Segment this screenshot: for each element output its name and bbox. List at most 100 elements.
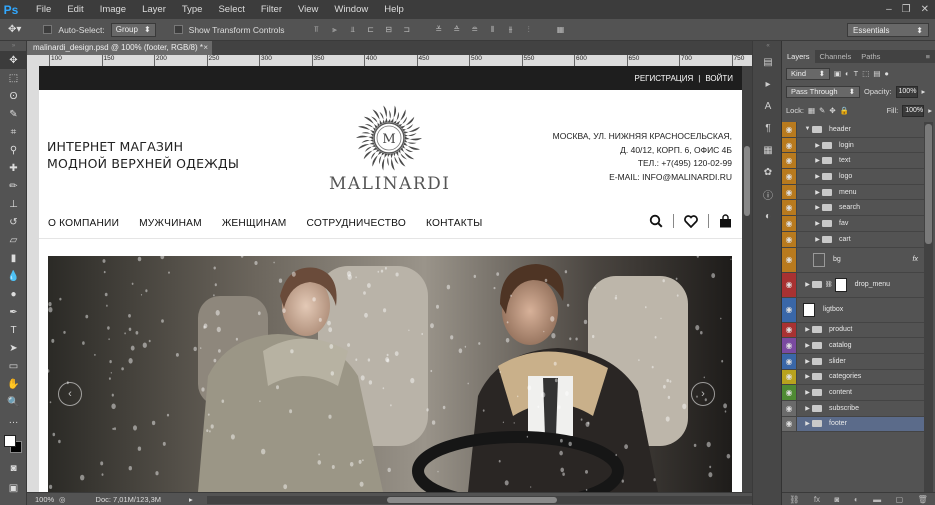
screen-mode-icon[interactable]: ▣ [0,479,27,497]
trash-icon[interactable]: 🗑 [918,495,928,504]
tab-layers[interactable]: Layers [782,50,815,63]
menu-file[interactable]: File [28,0,59,19]
canvas-vertical-scrollbar[interactable] [742,66,752,492]
layer-row-bg[interactable]: ◉ bg fx [782,247,924,273]
layer-effects-icon[interactable]: fx [913,256,918,263]
vertical-scroll-thumb[interactable] [744,146,750,216]
visibility-eye-icon[interactable]: ◉ [782,400,797,416]
visibility-eye-icon[interactable]: ◉ [782,137,797,153]
type-tool-icon[interactable]: T [0,321,27,339]
filter-type-icon[interactable]: T [854,69,859,78]
collapsed-arrow-icon[interactable]: ▶ [803,342,812,349]
layer-name[interactable]: content [829,389,852,396]
menu-edit[interactable]: Edit [59,0,91,19]
layer-row-logo[interactable]: ◉ ▶ logo [782,169,924,185]
lock-pixels-icon[interactable]: ✎ [819,106,825,115]
layer-name[interactable]: ligtbox [823,306,843,313]
collapsed-arrow-icon[interactable]: ▶ [813,189,822,196]
collapsed-arrow-icon[interactable]: ▶ [813,220,822,227]
menu-image[interactable]: Image [92,0,134,19]
quick-mask-icon[interactable]: ◙ [0,459,27,477]
visibility-eye-icon[interactable]: ◉ [782,338,797,353]
opacity-field[interactable]: 100% [895,85,918,98]
layer-name[interactable]: product [829,326,852,333]
layer-row-drop_menu[interactable]: ◉ ▶ ⛓ drop_menu [782,272,924,298]
collapsed-arrow-icon[interactable]: ▶ [803,281,812,288]
menu-view[interactable]: View [290,0,326,19]
mask-link-icon[interactable]: ⛓ [825,281,833,288]
visibility-eye-icon[interactable]: ◉ [782,216,797,231]
visibility-eye-icon[interactable]: ◉ [782,297,797,322]
menu-filter[interactable]: Filter [253,0,290,19]
vertical-ruler[interactable] [27,55,39,492]
layer-thumbnail[interactable] [813,252,825,267]
align-vcenter-icon[interactable]: ⫸ [329,24,341,35]
visibility-eye-icon[interactable]: ◉ [782,322,797,338]
horizontal-ruler[interactable]: 100 150 200 250 300 350 400 450 500 550 600 650 700 7… [39,55,752,66]
layer-name[interactable]: header [829,126,851,133]
collapsed-arrow-icon[interactable]: ▶ [813,173,822,180]
tab-paths[interactable]: Paths [856,50,885,63]
document-tab[interactable]: malinardi_design.psd @ 100% (footer, RGB… [27,41,212,55]
filter-adjustment-icon[interactable]: ◐ [845,69,850,78]
gradient-tool-icon[interactable]: ▮ [0,249,27,267]
visibility-eye-icon[interactable]: ◉ [782,416,797,432]
fx-icon[interactable]: fx [814,495,820,504]
align-right-icon[interactable]: ⊐ [401,24,413,35]
distribute-left-icon[interactable]: ⫴ [487,24,499,35]
adjustments-panel-icon[interactable]: ◐ [753,205,783,227]
layer-row-content[interactable]: ◉ ▶ content [782,385,924,401]
collapsed-arrow-icon[interactable]: ▶ [803,373,812,380]
status-info-icon[interactable]: ◎ [59,495,66,504]
visibility-eye-icon[interactable]: ◉ [782,353,797,369]
distribute-bottom-icon[interactable]: ≘ [469,24,481,35]
layer-thumbnail[interactable] [803,302,815,317]
visibility-eye-icon[interactable]: ◉ [782,200,797,216]
layer-row-catalog[interactable]: ◉ ▶ catalog [782,338,924,354]
layer-name[interactable]: login [839,142,854,149]
align-top-icon[interactable]: ⫪ [311,24,323,35]
layer-name[interactable]: logo [839,173,852,180]
adjustment-icon[interactable]: ◐ [854,495,859,504]
menu-help[interactable]: Help [376,0,412,19]
more-tools-icon[interactable]: … [0,411,27,429]
collapsed-arrow-icon[interactable]: ▶ [813,142,822,149]
distribute-hcenter-icon[interactable]: ⫵ [505,24,517,35]
history-panel-icon[interactable]: ▤ [753,51,783,73]
strip-grip-icon[interactable]: « [753,41,783,51]
transform-controls-checkbox[interactable] [173,25,183,34]
layer-row-footer[interactable]: ◉ ▶ footer [782,416,924,433]
path-select-tool-icon[interactable]: ➤ [0,339,27,357]
layer-name[interactable]: catalog [829,342,852,349]
layer-row-login[interactable]: ◉ ▶ login [782,137,924,154]
properties-panel-icon[interactable]: ▸ [753,73,783,95]
filter-kind-dropdown[interactable]: Kind ⬍ [786,67,830,80]
quick-select-tool-icon[interactable]: ✎ [0,105,27,123]
layer-row-search[interactable]: ◉ ▶ search [782,200,924,217]
layer-row-categories[interactable]: ◉ ▶ categories [782,369,924,386]
menu-select[interactable]: Select [210,0,252,19]
healing-brush-tool-icon[interactable]: ✚ [0,159,27,177]
zoom-level-field[interactable]: 100% [27,495,55,504]
layer-name[interactable]: slider [829,358,846,365]
rectangle-tool-icon[interactable]: ▭ [0,357,27,375]
new-layer-icon[interactable]: ▢ [896,495,904,504]
distribute-right-icon[interactable]: ⫶ [523,24,535,35]
status-menu-arrow-icon[interactable]: ▸ [189,495,193,504]
layer-row-ligtbox[interactable]: ◉ ligtbox [782,297,924,323]
auto-select-checkbox[interactable] [43,25,53,34]
paragraph-panel-icon[interactable]: ¶ [753,117,783,139]
filter-pixel-icon[interactable]: ▣ [834,69,841,78]
visibility-eye-icon[interactable]: ◉ [782,184,797,200]
menu-type[interactable]: Type [174,0,211,19]
align-hcenter-icon[interactable]: ⊟ [383,24,395,35]
tab-channels[interactable]: Channels [815,50,857,63]
visibility-eye-icon[interactable]: ◉ [782,122,797,137]
fill-field[interactable]: 100% [902,104,925,117]
visibility-eye-icon[interactable]: ◉ [782,272,797,297]
marquee-tool-icon[interactable]: ⬚ [0,69,27,87]
canvas-horizontal-scrollbar[interactable] [207,496,752,504]
character-panel-icon[interactable]: A [753,95,783,117]
collapsed-arrow-icon[interactable]: ▶ [803,326,812,333]
info-panel-icon[interactable]: ⓘ [753,183,783,205]
